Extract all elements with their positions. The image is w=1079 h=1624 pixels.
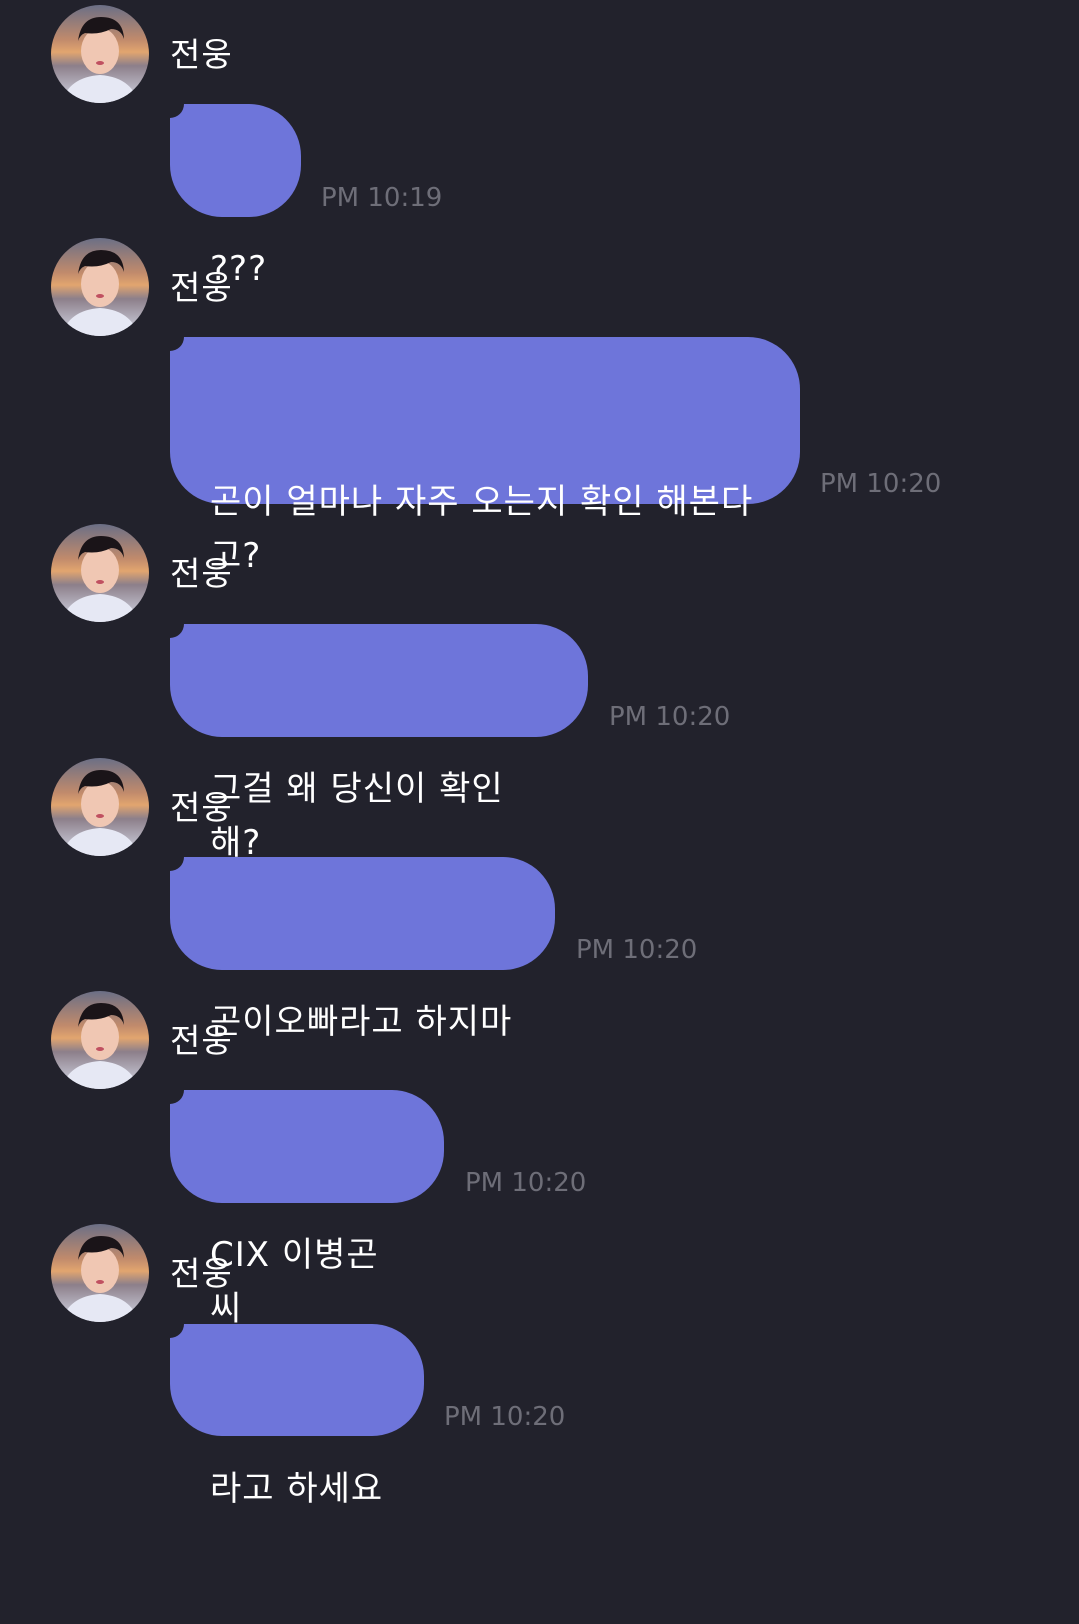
chat-log: 전웅 ??? PM 10:19 전웅 곤이 얼마나 자주 오는지 확인 해본다 … bbox=[0, 0, 1079, 1509]
message-text: 곤이 얼마나 자주 오는지 확인 해본다 고? bbox=[210, 482, 754, 576]
message-bubble[interactable]: 곤이 얼마나 자주 오는지 확인 해본다 고? bbox=[170, 337, 800, 576]
profile-photo-icon bbox=[61, 770, 139, 856]
avatar[interactable] bbox=[51, 524, 149, 622]
message-text: CIX 이병곤씨 bbox=[210, 1235, 379, 1329]
sender-name: 전웅 bbox=[170, 268, 233, 307]
message-text: 그걸 왜 당신이 확인해? bbox=[210, 769, 504, 863]
message-timestamp: PM 10:20 bbox=[465, 1168, 587, 1198]
avatar[interactable] bbox=[51, 758, 149, 856]
profile-photo-icon bbox=[61, 17, 139, 103]
message-bubble[interactable]: 그걸 왜 당신이 확인해? bbox=[170, 624, 588, 863]
message-bubble[interactable]: ??? bbox=[170, 104, 301, 289]
sender-name: 전웅 bbox=[170, 35, 233, 74]
message-text: 라고 하세요 bbox=[210, 1469, 384, 1509]
message-timestamp: PM 10:20 bbox=[444, 1402, 566, 1432]
message-timestamp: PM 10:20 bbox=[820, 469, 942, 499]
message-bubble[interactable]: CIX 이병곤씨 bbox=[170, 1090, 444, 1329]
profile-photo-icon bbox=[61, 1236, 139, 1322]
profile-photo-icon bbox=[61, 250, 139, 336]
message-bubble[interactable]: 라고 하세요 bbox=[170, 1324, 424, 1509]
profile-photo-icon bbox=[61, 536, 139, 622]
message-timestamp: PM 10:20 bbox=[576, 935, 698, 965]
avatar[interactable] bbox=[51, 5, 149, 103]
avatar[interactable] bbox=[51, 991, 149, 1089]
profile-photo-icon bbox=[61, 1003, 139, 1089]
message-timestamp: PM 10:20 bbox=[609, 702, 731, 732]
message-text: 곤이오빠라고 하지마 bbox=[210, 1002, 513, 1042]
message-timestamp: PM 10:19 bbox=[321, 183, 443, 213]
avatar[interactable] bbox=[51, 238, 149, 336]
sender-name: 전웅 bbox=[170, 1021, 233, 1060]
message-bubble[interactable]: 곤이오빠라고 하지마 bbox=[170, 857, 555, 1042]
avatar[interactable] bbox=[51, 1224, 149, 1322]
sender-name: 전웅 bbox=[170, 1254, 233, 1293]
sender-name: 전웅 bbox=[170, 788, 233, 827]
sender-name: 전웅 bbox=[170, 554, 233, 593]
